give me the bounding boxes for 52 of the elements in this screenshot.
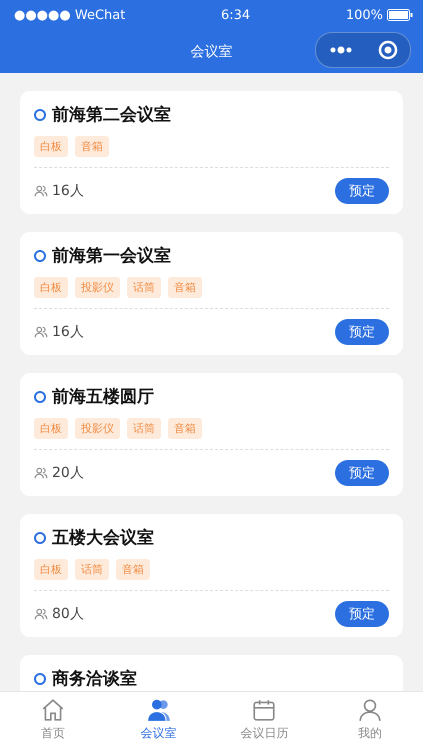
equipment-tag: 话筒 bbox=[127, 277, 161, 298]
tab-item[interactable]: 会议室 bbox=[106, 692, 212, 746]
battery-text: 100% bbox=[346, 8, 383, 22]
ring-icon bbox=[34, 390, 46, 402]
people-icon bbox=[34, 325, 48, 339]
equipment-tag: 白板 bbox=[34, 136, 68, 157]
book-button[interactable]: 预定 bbox=[335, 319, 389, 345]
room-name: 商务洽谈室 bbox=[52, 668, 137, 690]
tab-item[interactable]: 会议日历 bbox=[212, 692, 318, 746]
equipment-tag: 白板 bbox=[34, 277, 68, 298]
person-icon bbox=[357, 696, 384, 722]
people-icon bbox=[34, 184, 48, 198]
room-name: 前海第一会议室 bbox=[52, 245, 171, 267]
tab-label: 会议日历 bbox=[240, 724, 288, 742]
capacity-text: 16人 bbox=[52, 323, 84, 341]
capacity-text: 16人 bbox=[52, 182, 84, 200]
equipment-tag: 话筒 bbox=[75, 559, 109, 580]
equipment-tag: 音箱 bbox=[168, 277, 202, 298]
more-icon[interactable] bbox=[328, 46, 352, 54]
room-name: 五楼大会议室 bbox=[52, 527, 154, 549]
people-icon bbox=[146, 696, 172, 722]
capacity-text: 20人 bbox=[52, 464, 84, 482]
tab-label: 首页 bbox=[40, 724, 65, 742]
equipment-tag: 话筒 bbox=[127, 418, 161, 439]
tab-item[interactable]: 我的 bbox=[317, 692, 423, 746]
tab-label: 我的 bbox=[358, 724, 382, 742]
close-icon[interactable] bbox=[378, 40, 398, 60]
tab-item[interactable]: 首页 bbox=[0, 692, 106, 746]
ring-icon bbox=[34, 672, 46, 684]
room-name: 前海五楼圆厅 bbox=[52, 386, 154, 408]
people-icon bbox=[34, 466, 48, 480]
equipment-tag: 投影仪 bbox=[75, 277, 120, 298]
room-name: 前海第二会议室 bbox=[52, 104, 171, 126]
equipment-tag: 音箱 bbox=[168, 418, 202, 439]
page-title: 会议室 bbox=[190, 42, 232, 60]
tab-label: 会议室 bbox=[140, 724, 177, 742]
ring-icon bbox=[34, 108, 46, 120]
carrier-text: ●●●●● WeChat bbox=[14, 8, 126, 22]
ring-icon bbox=[34, 532, 46, 544]
book-button[interactable]: 预定 bbox=[335, 601, 389, 627]
capacity-text: 80人 bbox=[52, 605, 84, 623]
equipment-tag: 音箱 bbox=[116, 559, 150, 580]
book-button[interactable]: 预定 bbox=[335, 178, 389, 204]
equipment-tag: 音箱 bbox=[75, 136, 109, 157]
clock-text: 6:34 bbox=[220, 8, 250, 22]
equipment-tag: 投影仪 bbox=[75, 418, 120, 439]
equipment-tag: 白板 bbox=[34, 418, 68, 439]
battery-icon bbox=[386, 9, 413, 21]
equipment-tag: 白板 bbox=[34, 559, 68, 580]
ring-icon bbox=[34, 250, 46, 262]
book-button[interactable]: 预定 bbox=[335, 460, 389, 486]
people-icon bbox=[34, 607, 48, 621]
